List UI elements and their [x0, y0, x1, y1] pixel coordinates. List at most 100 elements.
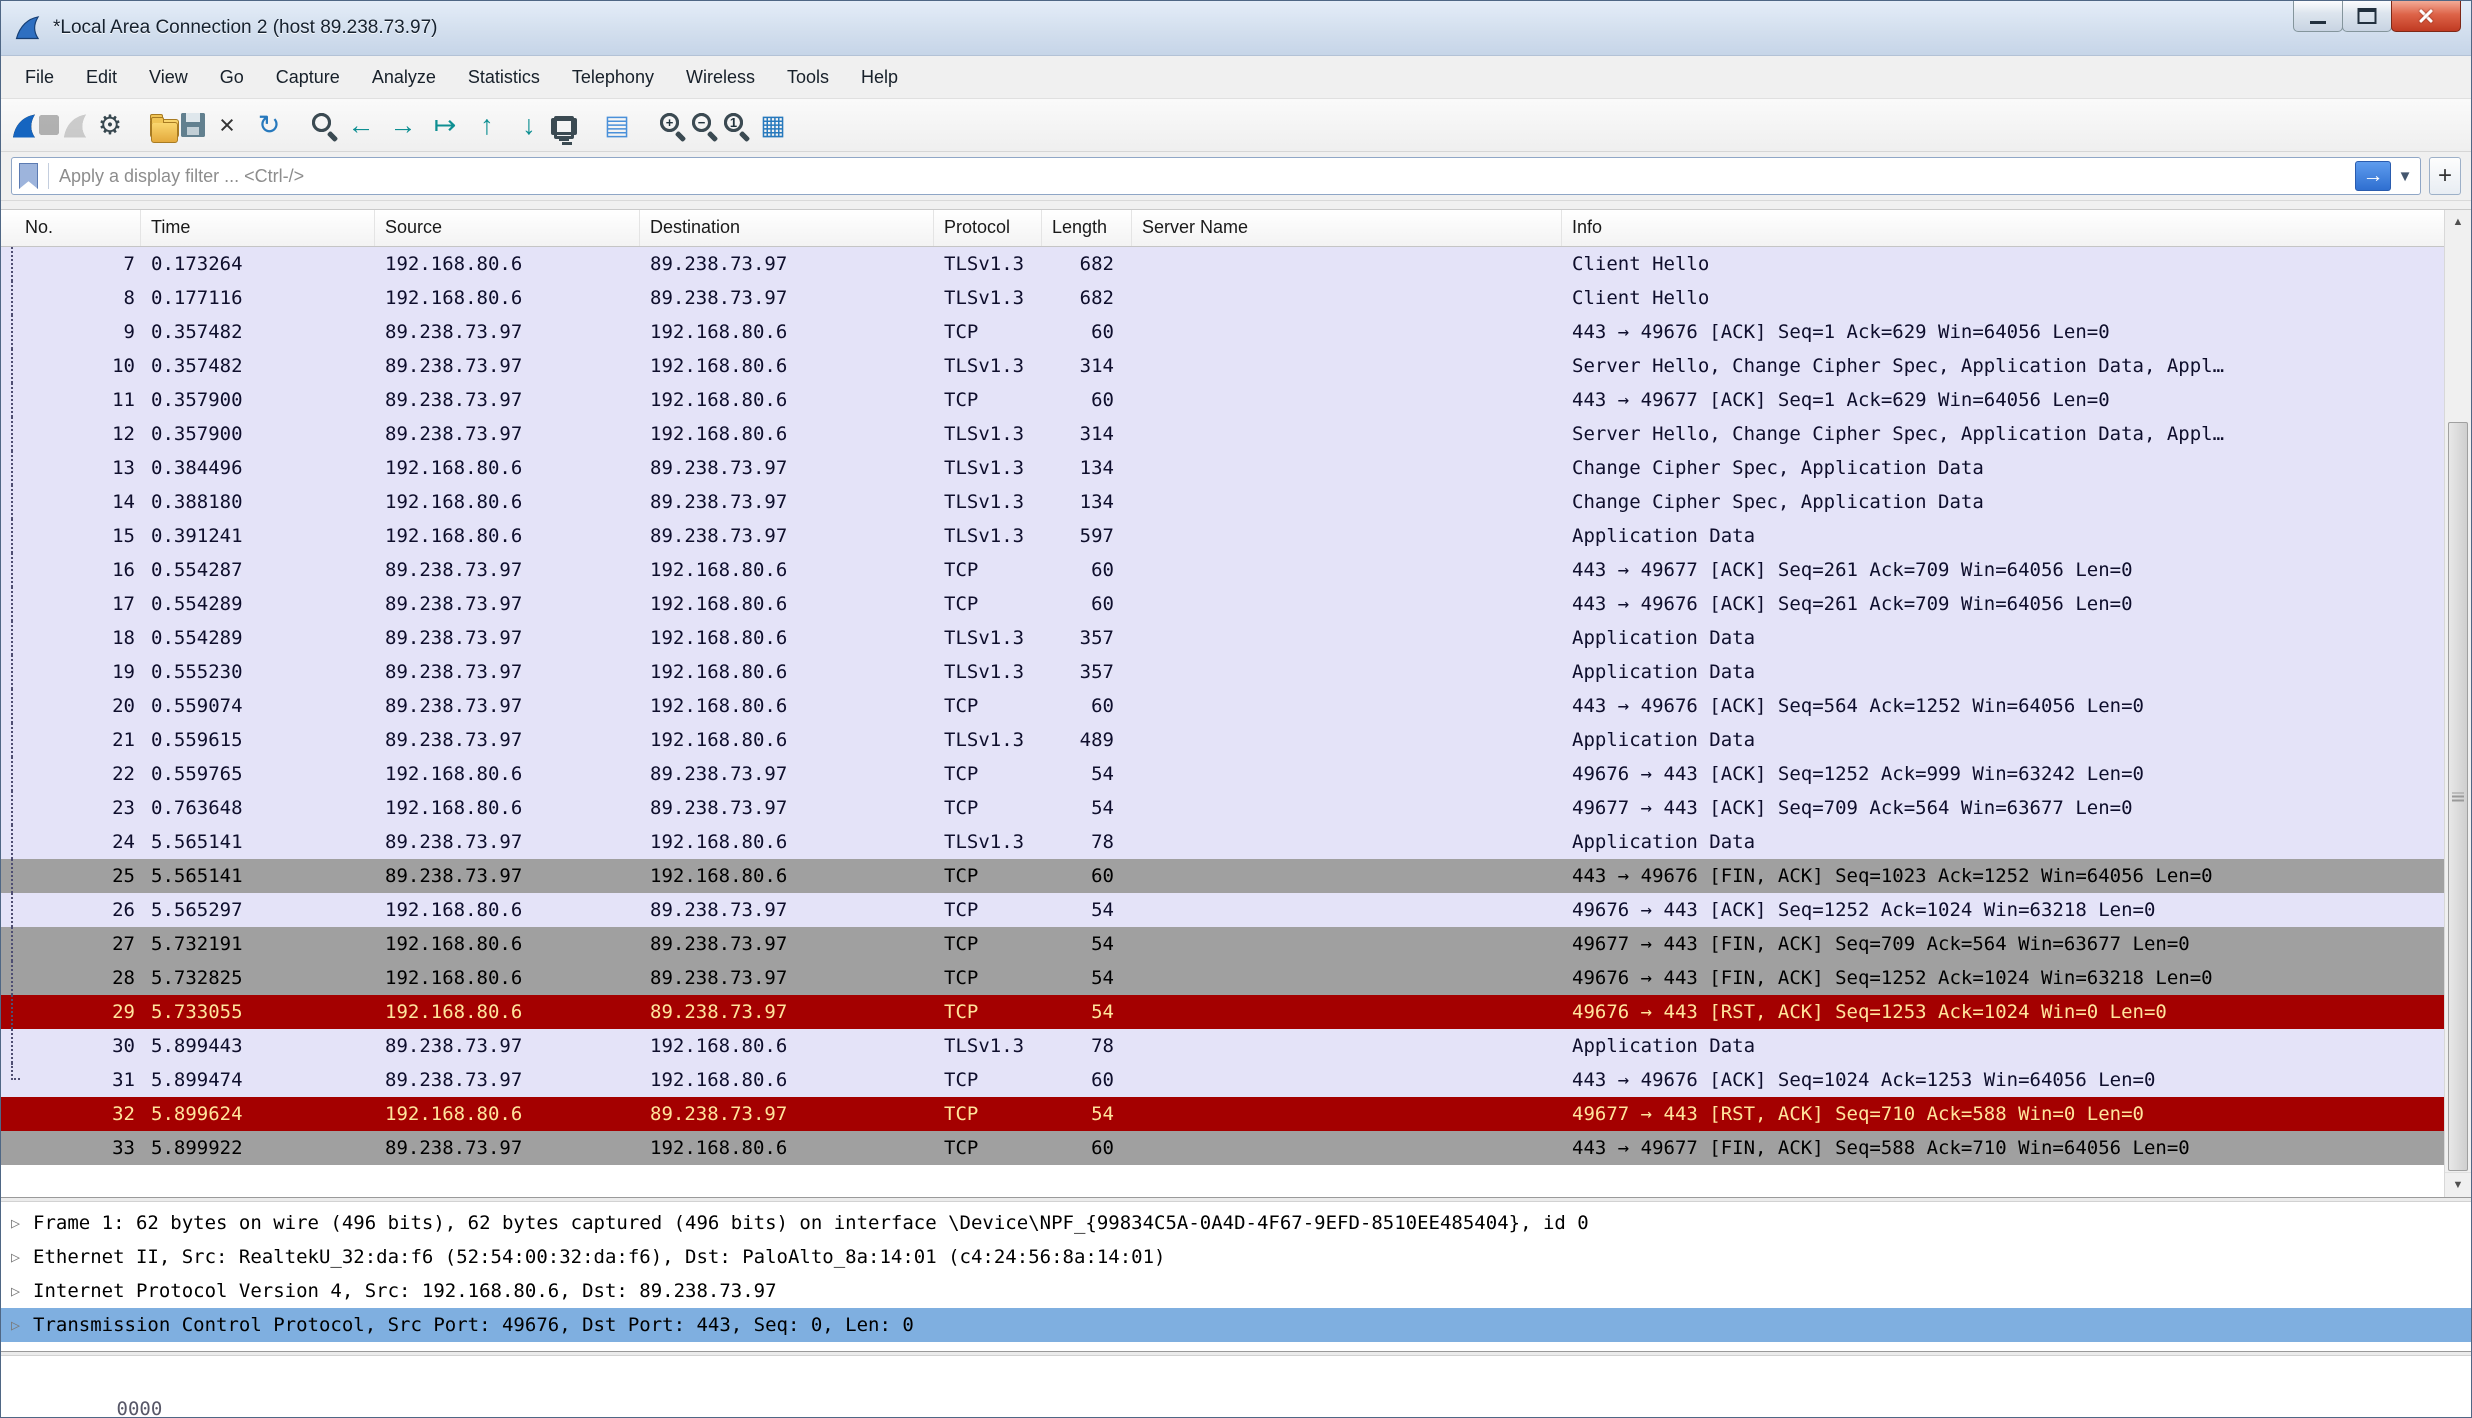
toolbar-button[interactable] — [181, 113, 205, 137]
column-header-server-name[interactable]: Server Name — [1132, 210, 1562, 246]
detail-row[interactable]: ▷ Transmission Control Protocol, Src Por… — [1, 1308, 2471, 1342]
toolbar-button[interactable] — [309, 110, 339, 140]
packet-row[interactable]: 12 0.357900 89.238.73.97 192.168.80.6 TL… — [1, 417, 2445, 451]
toolbar-button[interactable] — [639, 104, 655, 146]
menu-statistics[interactable]: Statistics — [452, 56, 556, 98]
menu-telephony[interactable]: Telephony — [556, 56, 670, 98]
toolbar-button[interactable]: ↓ — [509, 104, 549, 146]
menu-view[interactable]: View — [133, 56, 204, 98]
detail-row[interactable]: ▷ Frame 1: 62 bytes on wire (496 bits), … — [1, 1206, 2471, 1240]
expander-icon[interactable]: ▷ — [11, 1308, 33, 1342]
packet-row[interactable]: 7 0.173264 192.168.80.6 89.238.73.97 TLS… — [1, 247, 2445, 281]
toolbar-button[interactable] — [657, 110, 687, 140]
toolbar-button[interactable]: × — [207, 104, 247, 146]
toolbar-button[interactable] — [39, 115, 59, 135]
toolbar-button[interactable]: ↻ — [249, 104, 289, 146]
column-header-info[interactable]: Info — [1562, 210, 2445, 246]
menu-tools[interactable]: Tools — [771, 56, 845, 98]
hex-row[interactable]: 0000 c4 24 56 8a 14 01 52 54 00 32 da f6… — [25, 1360, 2471, 1393]
packet-row[interactable]: 13 0.384496 192.168.80.6 89.238.73.97 TL… — [1, 451, 2445, 485]
packet-row[interactable]: 30 5.899443 89.238.73.97 192.168.80.6 TL… — [1, 1029, 2445, 1063]
expander-icon[interactable]: ▷ — [11, 1274, 33, 1308]
toolbar-button[interactable]: ▦ — [753, 104, 793, 146]
title-bar[interactable]: *Local Area Connection 2 (host 89.238.73… — [1, 1, 2471, 56]
menu-edit[interactable]: Edit — [70, 56, 133, 98]
detail-row[interactable]: ▷ Internet Protocol Version 4, Src: 192.… — [1, 1274, 2471, 1308]
column-header-time[interactable]: Time — [141, 210, 375, 246]
packet-row[interactable]: 24 5.565141 89.238.73.97 192.168.80.6 TL… — [1, 825, 2445, 859]
maximize-button[interactable] — [2342, 1, 2392, 32]
toolbar-button[interactable]: ↑ — [467, 104, 507, 146]
menu-wireless[interactable]: Wireless — [670, 56, 771, 98]
open-file-icon — [151, 122, 178, 143]
toolbar-button[interactable]: ▤ — [597, 104, 637, 146]
packet-row[interactable]: 8 0.177116 192.168.80.6 89.238.73.97 TLS… — [1, 281, 2445, 315]
packet-row[interactable]: 22 0.559765 192.168.80.6 89.238.73.97 TC… — [1, 757, 2445, 791]
toolbar-button[interactable] — [721, 110, 751, 140]
toolbar-button[interactable]: ⚙ — [90, 104, 130, 146]
packet-bytes-pane: 0000 c4 24 56 8a 14 01 52 54 00 32 da f6… — [1, 1356, 2471, 1417]
packet-row[interactable]: 9 0.357482 89.238.73.97 192.168.80.6 TCP… — [1, 315, 2445, 349]
toolbar-button[interactable]: ← — [341, 104, 381, 146]
packet-row[interactable]: 11 0.357900 89.238.73.97 192.168.80.6 TC… — [1, 383, 2445, 417]
toolbar-button[interactable] — [10, 112, 37, 139]
packet-row[interactable]: 18 0.554289 89.238.73.97 192.168.80.6 TL… — [1, 621, 2445, 655]
scroll-down-button[interactable]: ▼ — [2445, 1172, 2471, 1197]
scroll-up-button[interactable]: ▲ — [2445, 210, 2471, 234]
packet-row[interactable]: 31 5.899474 89.238.73.97 192.168.80.6 TC… — [1, 1063, 2445, 1097]
packet-row[interactable]: 10 0.357482 89.238.73.97 192.168.80.6 TL… — [1, 349, 2445, 383]
detail-row[interactable]: ▷ Ethernet II, Src: RealtekU_32:da:f6 (5… — [1, 1240, 2471, 1274]
packet-row[interactable]: 28 5.732825 192.168.80.6 89.238.73.97 TC… — [1, 961, 2445, 995]
toolbar-button[interactable] — [579, 104, 595, 146]
toolbar-button[interactable] — [291, 104, 307, 146]
apply-filter-button[interactable]: → — [2355, 161, 2391, 191]
column-header-source[interactable]: Source — [375, 210, 640, 246]
menu-help[interactable]: Help — [845, 56, 914, 98]
toolbar-button[interactable] — [150, 119, 179, 138]
packet-row[interactable]: 26 5.565297 192.168.80.6 89.238.73.97 TC… — [1, 893, 2445, 927]
packet-row[interactable]: 20 0.559074 89.238.73.97 192.168.80.6 TC… — [1, 689, 2445, 723]
column-header-protocol[interactable]: Protocol — [934, 210, 1042, 246]
toolbar-button[interactable] — [61, 112, 88, 139]
detail-text: Ethernet II, Src: RealtekU_32:da:f6 (52:… — [33, 1240, 1165, 1274]
packet-row[interactable]: 17 0.554289 89.238.73.97 192.168.80.6 TC… — [1, 587, 2445, 621]
vertical-scrollbar[interactable]: ▲ ▼ — [2444, 210, 2471, 1197]
toolbar-button[interactable]: → — [383, 104, 423, 146]
hex-row[interactable]: 0010 00 30 0c 58 40 00 80 06 00 00 c0 a8… — [25, 1393, 2471, 1417]
filter-dropdown-button[interactable]: ▼ — [2393, 161, 2417, 191]
packet-info: 49677 → 443 [RST, ACK] Seq=710 Ack=588 W… — [1562, 1097, 2445, 1131]
toolbar-button[interactable] — [132, 104, 148, 146]
scrollbar-thumb[interactable] — [2448, 422, 2468, 1171]
toolbar-button[interactable]: ↦ — [425, 104, 465, 146]
packet-no: 12 — [23, 417, 141, 451]
packet-row[interactable]: 15 0.391241 192.168.80.6 89.238.73.97 TL… — [1, 519, 2445, 553]
packet-time: 0.391241 — [141, 519, 375, 553]
toolbar-button[interactable] — [689, 110, 719, 140]
minimize-button[interactable] — [2293, 1, 2343, 32]
packet-row[interactable]: 29 5.733055 192.168.80.6 89.238.73.97 TC… — [1, 995, 2445, 1029]
menu-analyze[interactable]: Analyze — [356, 56, 452, 98]
menu-go[interactable]: Go — [204, 56, 260, 98]
packet-row[interactable]: 32 5.899624 192.168.80.6 89.238.73.97 TC… — [1, 1097, 2445, 1131]
packet-row[interactable]: 16 0.554287 89.238.73.97 192.168.80.6 TC… — [1, 553, 2445, 587]
menu-file[interactable]: File — [9, 56, 70, 98]
column-header-destination[interactable]: Destination — [640, 210, 934, 246]
toolbar-button[interactable] — [551, 118, 577, 135]
packet-server-name — [1132, 927, 1562, 961]
expander-icon[interactable]: ▷ — [11, 1240, 33, 1274]
bookmark-icon[interactable] — [19, 163, 38, 189]
display-filter-input[interactable] — [57, 165, 2355, 188]
packet-row[interactable]: 33 5.899922 89.238.73.97 192.168.80.6 TC… — [1, 1131, 2445, 1165]
packet-row[interactable]: 25 5.565141 89.238.73.97 192.168.80.6 TC… — [1, 859, 2445, 893]
packet-row[interactable]: 14 0.388180 192.168.80.6 89.238.73.97 TL… — [1, 485, 2445, 519]
packet-row[interactable]: 23 0.763648 192.168.80.6 89.238.73.97 TC… — [1, 791, 2445, 825]
add-filter-button[interactable]: + — [2429, 157, 2461, 195]
column-header-no[interactable]: No. — [1, 210, 141, 246]
packet-row[interactable]: 21 0.559615 89.238.73.97 192.168.80.6 TL… — [1, 723, 2445, 757]
expander-icon[interactable]: ▷ — [11, 1206, 33, 1240]
packet-row[interactable]: 19 0.555230 89.238.73.97 192.168.80.6 TL… — [1, 655, 2445, 689]
menu-capture[interactable]: Capture — [260, 56, 356, 98]
column-header-length[interactable]: Length — [1042, 210, 1132, 246]
packet-row[interactable]: 27 5.732191 192.168.80.6 89.238.73.97 TC… — [1, 927, 2445, 961]
close-button[interactable] — [2391, 1, 2461, 32]
